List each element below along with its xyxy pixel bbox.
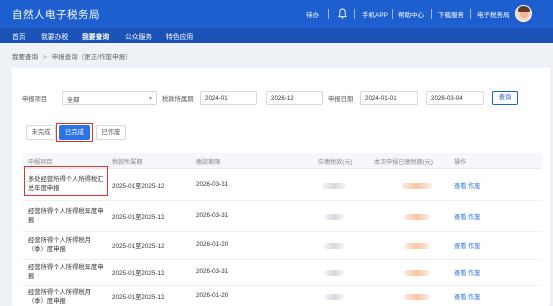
redacted-tax-paid: [404, 270, 430, 276]
period-from-input[interactable]: 2024-01: [200, 91, 257, 105]
void-link[interactable]: 作废: [468, 212, 481, 221]
query-button[interactable]: 查询: [492, 91, 518, 105]
period-label: 税款所属期: [162, 96, 194, 103]
row-project: 经营所得个人所得税年度申报: [28, 208, 104, 224]
period-to-input[interactable]: 2026-12: [266, 91, 323, 105]
mobile-app-link[interactable]: 手机APP: [362, 9, 388, 19]
tab-voided[interactable]: 已作废: [96, 125, 126, 140]
redacted-tax-paid: [402, 183, 432, 189]
user-avatar-icon[interactable]: [515, 5, 532, 22]
breadcrumb-arrow: >: [43, 54, 47, 61]
col-tax-due: 应缴税款(元): [318, 159, 353, 166]
highlight-box-row: [24, 166, 108, 196]
redacted-tax-due: [324, 294, 344, 300]
row-period: 2025-01至2025-12: [112, 294, 165, 301]
todo-link[interactable]: 待办: [306, 9, 319, 19]
table-row: 经营所得个人所得税年度申报 2025-01至2025-12 2026-03-31…: [22, 260, 542, 286]
view-link[interactable]: 查看: [454, 181, 467, 190]
table-row: 经营所得个人所得税年度申报 2025-01至2025-12 2026-03-31…: [22, 201, 542, 232]
nav-do-tax[interactable]: 我要办税: [41, 31, 68, 41]
breadcrumb: 我要查询 > 申报查询（更正/作废申报）: [12, 51, 132, 61]
row-project: 经营所得个人所得税年度申报: [28, 264, 104, 280]
col-deadline: 缴款期限: [196, 159, 221, 166]
avatar-hair: [518, 6, 530, 12]
table-row: 经营所得个人所得税月（季）度申报 2025-01至2025-12 2026-01…: [22, 232, 542, 260]
bell-icon[interactable]: [338, 8, 347, 19]
row-period: 2025-01至2025-12: [112, 270, 165, 277]
row-project: 经营所得个人所得税月（季）度申报: [28, 237, 91, 253]
row-period: 2025-01至2025-12: [112, 214, 165, 221]
row-deadline: 2026-03-31: [196, 212, 229, 219]
nav-home[interactable]: 首页: [12, 31, 26, 41]
view-link[interactable]: 查看: [454, 241, 467, 250]
main-nav: 首页 我要办税 我要查询 公众服务 特色应用: [0, 28, 553, 43]
void-link[interactable]: 作废: [468, 181, 481, 190]
highlight-box-tab: [56, 123, 93, 142]
row-period: 2025-01至2025-12: [112, 243, 165, 250]
col-period: 税款所属期: [112, 159, 143, 166]
redacted-tax-paid: [404, 243, 430, 249]
table-row: 经营所得个人所得税月（季）度申报 2025-01至2025-12 2026-01…: [22, 286, 542, 306]
header-divider: [328, 9, 329, 19]
redacted-tax-due: [324, 243, 344, 249]
redacted-tax-due: [324, 214, 344, 220]
nav-query[interactable]: 我要查询: [82, 31, 109, 41]
col-actions: 操作: [454, 159, 467, 166]
project-select[interactable]: 全部 ▾: [62, 91, 157, 105]
header-divider: [431, 9, 432, 19]
redacted-tax-paid: [404, 214, 430, 220]
header-divider: [470, 9, 471, 19]
nav-public-service[interactable]: 公众服务: [125, 31, 152, 41]
help-center-link[interactable]: 帮助中心: [398, 9, 424, 19]
col-project: 申报项目: [28, 159, 53, 166]
date-label: 申报日期: [328, 96, 354, 103]
e-tax-bureau-link[interactable]: 电子税务局: [477, 9, 510, 19]
project-label: 申报项目: [22, 96, 48, 103]
void-link[interactable]: 作废: [468, 268, 481, 277]
row-deadline: 2026-03-31: [196, 268, 229, 275]
row-project: 经营所得个人所得税月（季）度申报: [28, 289, 91, 305]
site-logo[interactable]: 自然人电子税务局: [12, 7, 100, 22]
view-link[interactable]: 查看: [454, 292, 467, 301]
row-deadline: 2026-03-31: [196, 181, 229, 188]
nav-special-apps[interactable]: 特色应用: [166, 31, 193, 41]
header-divider: [354, 9, 355, 19]
void-link[interactable]: 作废: [468, 241, 481, 250]
date-from-input[interactable]: 2024-01-01: [360, 91, 418, 105]
download-link[interactable]: 下载服务: [438, 9, 464, 19]
redacted-tax-due: [324, 270, 344, 276]
void-link[interactable]: 作废: [468, 292, 481, 301]
row-period: 2025-01至2025-12: [112, 183, 165, 190]
col-tax-paid: 本次申报已缴税额(元): [374, 159, 433, 166]
breadcrumb-parent[interactable]: 我要查询: [12, 54, 38, 61]
breadcrumb-current: 申报查询（更正/作废申报）: [51, 54, 132, 61]
chevron-down-icon: ▾: [148, 96, 152, 102]
tab-incomplete[interactable]: 未完成: [26, 125, 56, 140]
header-divider: [392, 9, 393, 19]
redacted-tax-paid: [404, 294, 430, 300]
top-header: 自然人电子税务局 待办 手机APP 帮助中心 下载服务 电子税务局: [0, 0, 553, 28]
redacted-tax-due: [322, 183, 346, 189]
row-deadline: 2026-01-20: [196, 241, 229, 248]
date-to-input[interactable]: 2026-03-04: [426, 91, 484, 105]
view-link[interactable]: 查看: [454, 268, 467, 277]
row-deadline: 2026-01-20: [196, 292, 229, 299]
view-link[interactable]: 查看: [454, 212, 467, 221]
project-select-value: 全部: [67, 97, 80, 104]
